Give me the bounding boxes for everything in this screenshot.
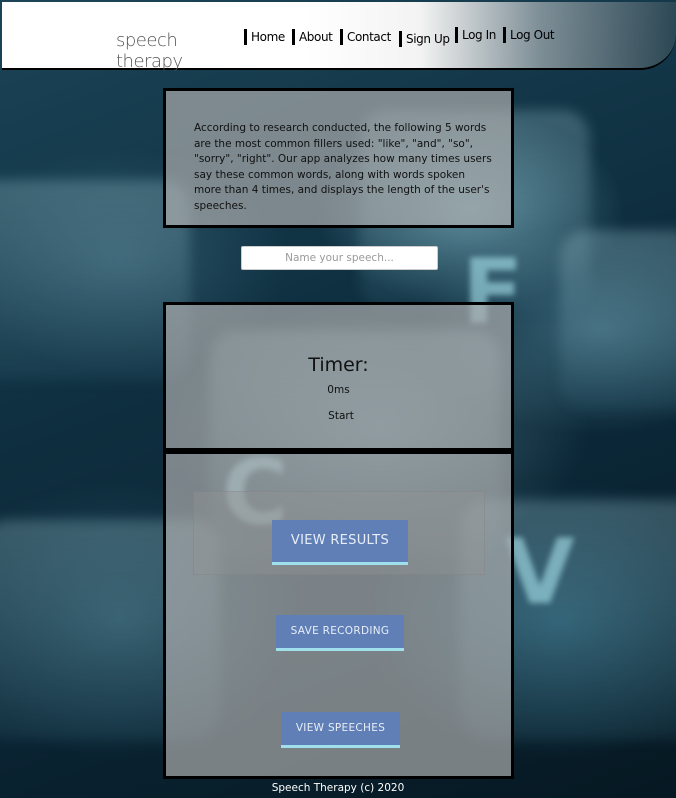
nav-logout-link[interactable]: Log Out — [503, 27, 555, 43]
actions-panel: VIEW RESULTS SAVE RECORDING VIEW SPEECHE… — [163, 451, 514, 779]
nav-home-link[interactable]: Home — [244, 29, 285, 45]
intro-panel: According to research conducted, the fol… — [163, 88, 514, 228]
speech-name-input[interactable] — [241, 246, 438, 270]
site-header: speech therapy Home About Contact Sign U… — [2, 2, 676, 72]
timer-value: 0ms — [327, 384, 350, 396]
save-recording-button[interactable]: SAVE RECORDING — [276, 615, 404, 651]
footer-copyright: Speech Therapy (c) 2020 — [271, 782, 405, 794]
nav-login-link[interactable]: Log In — [455, 27, 496, 43]
start-button[interactable]: Start — [311, 410, 371, 422]
timer-panel: Timer: 0ms Start — [163, 302, 514, 451]
intro-description: According to research conducted, the fol… — [194, 122, 492, 212]
timer-title: Timer: — [308, 354, 369, 376]
view-results-button[interactable]: VIEW RESULTS — [272, 520, 408, 565]
nav-contact-link[interactable]: Contact — [340, 29, 391, 45]
view-speeches-button[interactable]: VIEW SPEECHES — [281, 712, 400, 748]
nav-about-link[interactable]: About — [292, 29, 333, 45]
logo[interactable]: speech therapy — [12, 10, 238, 72]
logo-text: speech therapy — [116, 30, 183, 72]
nav-signup-link[interactable]: Sign Up — [399, 31, 450, 47]
